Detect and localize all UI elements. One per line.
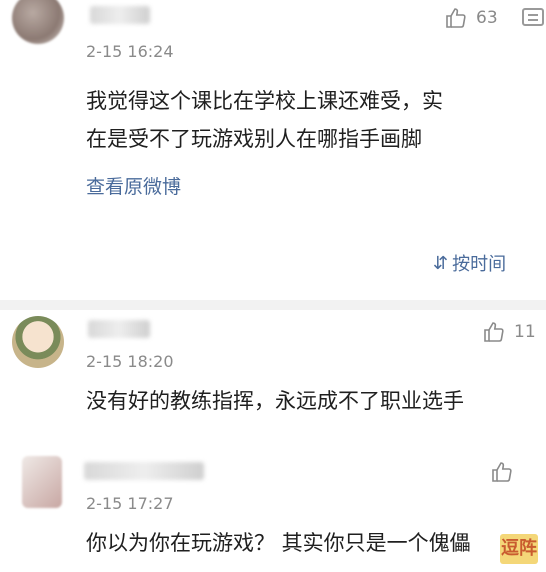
avatar[interactable]	[22, 456, 62, 508]
comment-text: 我觉得这个课比在学校上课还难受，实 在是受不了玩游戏别人在哪指手画脚	[86, 89, 443, 151]
sort-icon: ⇵	[433, 252, 449, 274]
like-count: 11	[514, 322, 536, 342]
sort-by-time-button[interactable]: ⇵ 按时间	[433, 250, 506, 276]
like-button[interactable]	[490, 460, 522, 484]
thumbs-up-icon	[484, 322, 504, 342]
avatar[interactable]	[12, 316, 64, 368]
comment-text: 你以为你在玩游戏？ 其实你只是一个傀儡	[86, 531, 471, 555]
comment-text: 没有好的教练指挥，永远成不了职业选手	[86, 389, 464, 413]
username-blurred[interactable]	[88, 320, 150, 338]
comment-time: 2-15 18:20	[86, 352, 174, 371]
username-blurred[interactable]	[90, 6, 150, 24]
sort-label: 按时间	[452, 254, 507, 275]
like-button[interactable]: 11	[482, 320, 536, 344]
comment-time: 2-15 17:27	[86, 494, 174, 513]
username-blurred[interactable]	[84, 462, 204, 480]
comment-card: 2-15 16:24 63 我觉得这个课比在学校上课还难受，实 在是受不了玩游戏…	[0, 0, 546, 300]
comment-card: 2-15 17:27 你以为你在玩游戏？ 其实你只是一个傀儡	[0, 448, 546, 572]
avatar[interactable]	[12, 0, 64, 44]
more-icon[interactable]	[522, 8, 544, 26]
view-original-link[interactable]: 查看原微博	[86, 172, 181, 199]
watermark-logo: 逗阵	[500, 534, 538, 564]
thumbs-up-icon	[446, 8, 466, 28]
thumbs-up-icon	[492, 462, 512, 482]
comment-card: 2-15 18:20 11 没有好的教练指挥，永远成不了职业选手	[0, 310, 546, 448]
like-button[interactable]: 63	[444, 6, 498, 30]
comment-time: 2-15 16:24	[86, 42, 174, 61]
section-separator	[0, 300, 546, 310]
like-count: 63	[476, 8, 498, 28]
